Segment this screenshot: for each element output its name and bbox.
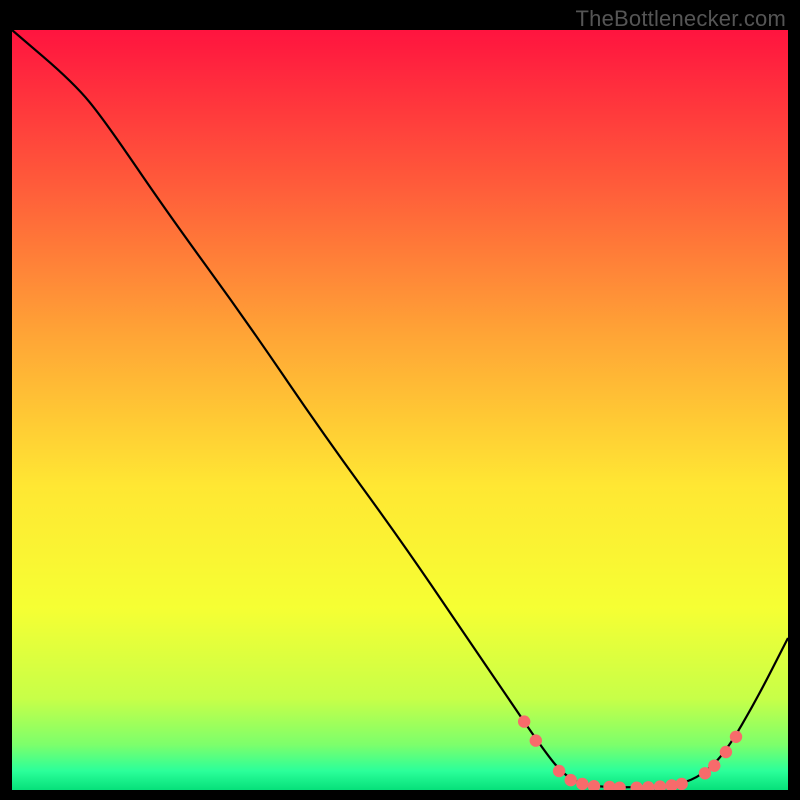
gradient-background: [12, 30, 788, 790]
data-point: [553, 765, 565, 777]
data-point: [530, 734, 542, 746]
data-point: [518, 715, 530, 727]
bottleneck-chart: [12, 30, 788, 790]
data-point: [708, 759, 720, 771]
data-point: [675, 778, 687, 790]
data-point: [730, 731, 742, 743]
chart-frame: [12, 30, 788, 790]
data-point: [720, 746, 732, 758]
data-point: [565, 774, 577, 786]
watermark-text: TheBottlenecker.com: [576, 6, 786, 32]
data-point: [576, 778, 588, 790]
